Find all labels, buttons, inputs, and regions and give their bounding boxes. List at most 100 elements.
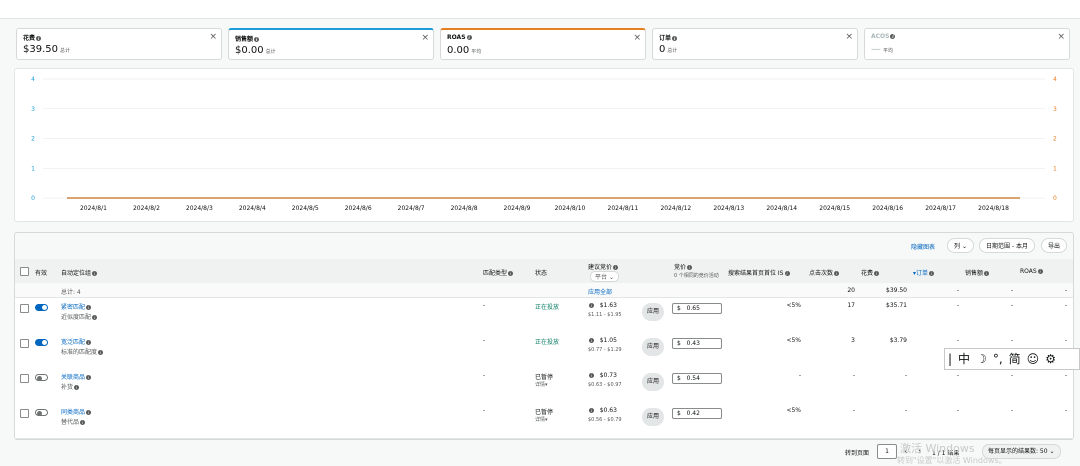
y-tick-right: 1 [1053, 165, 1057, 172]
row-checkbox[interactable] [20, 304, 29, 313]
group-name[interactable]: 紧密匹配 i [61, 302, 92, 311]
info-icon: i [86, 340, 92, 345]
per-page-value: 每页显示的结果数: 50 [988, 448, 1048, 455]
header-group[interactable]: 自动定位组 i [61, 268, 98, 277]
info-icon: i [86, 410, 92, 415]
info-icon: i [613, 265, 619, 270]
header-match[interactable]: 匹配类型 i [483, 268, 514, 277]
info-icon: i [589, 338, 594, 343]
close-icon[interactable]: × [421, 33, 429, 43]
ime-emoji-icon[interactable]: ☺ [1027, 352, 1040, 366]
header-group-label: 自动定位组 [61, 270, 92, 277]
row-checkbox[interactable] [20, 374, 29, 383]
metric-value: 0 [659, 44, 666, 55]
ime-simplified-icon[interactable]: 简 [1009, 352, 1021, 366]
group-name-text: 关联商品 [61, 374, 86, 381]
active-toggle[interactable] [35, 339, 48, 346]
apply-button[interactable]: 应用 [642, 373, 664, 391]
close-icon[interactable]: × [1057, 32, 1065, 42]
ime-cursor-icon[interactable]: | [948, 352, 952, 366]
spend: - [904, 407, 907, 414]
chart-svg: 0 1 2 3 4 0 1 2 3 4 2024/8/1 2024/8/2 2024/8/3 2024/8… [31, 76, 1057, 212]
y-tick-right: 0 [1053, 195, 1057, 202]
metric-sub: 平均 [883, 48, 894, 54]
metric-value: $0.00 [235, 45, 264, 56]
suggested-bid: i $1.05 [588, 337, 617, 344]
info-icon: i [589, 303, 594, 308]
active-toggle[interactable] [35, 374, 48, 381]
close-icon[interactable]: × [633, 33, 641, 43]
activation-watermark-text: 转到"设置"以激活 Windows。 [897, 456, 1007, 465]
suggested-bid-value: $0.63 [599, 407, 617, 414]
ime-punctuation-icon[interactable]: °, [993, 352, 1003, 366]
bid-value: 0.54 [686, 375, 700, 382]
info-icon: i [784, 271, 790, 276]
metric-sub: 平均 [471, 49, 482, 55]
header-roas[interactable]: ROAS i [1020, 268, 1043, 275]
active-toggle[interactable] [35, 304, 48, 311]
bid-value: 0.43 [686, 340, 700, 347]
bid-input[interactable]: $ 0.43 [672, 338, 722, 349]
metric-card[interactable]: 订单 i 0 总计 × [652, 28, 858, 60]
status-details-link[interactable]: 详情▾ [535, 381, 548, 388]
header-sales-label: 销售额 [965, 270, 984, 277]
metric-title: 花费 i [23, 33, 42, 42]
metric-card[interactable]: ACOS i — 平均 × [864, 28, 1070, 60]
group-name[interactable]: 宽泛匹配 i [61, 337, 92, 346]
ime-toolbar[interactable]: | 中 ☽ °, 简 ☺ ⚙ [944, 348, 1080, 370]
apply-button[interactable]: 应用 [642, 303, 664, 321]
status-details-link[interactable]: 详情▾ [535, 416, 548, 423]
export-button[interactable]: 导出 [1041, 238, 1068, 253]
info-icon: i [589, 408, 594, 413]
metric-title: ROAS i [447, 34, 472, 41]
bid-input[interactable]: $ 0.42 [672, 408, 722, 419]
bid-input[interactable]: $ 0.54 [672, 373, 722, 384]
x-tick-label: 2024/8/11 [608, 205, 639, 212]
metric-card[interactable]: 花费 i $39.50 总计 × [16, 28, 222, 60]
header-sales[interactable]: 销售额 i [965, 268, 990, 277]
match-type: - [483, 302, 486, 309]
date-range-button[interactable]: 日期范围 - 本月 [979, 238, 1035, 253]
apply-button[interactable]: 应用 [642, 408, 664, 426]
header-suggested[interactable]: 建议竞价 i [588, 262, 619, 271]
suggested-bid: i $0.63 [588, 407, 617, 414]
apply-button[interactable]: 应用 [642, 338, 664, 356]
header-spend[interactable]: 花费 i [861, 268, 880, 277]
close-icon[interactable]: × [845, 32, 853, 42]
metric-card[interactable]: 销售额 i $0.00 总计 × [228, 28, 434, 60]
bid-input[interactable]: $ 0.65 [672, 303, 722, 314]
group-name[interactable]: 关联商品 i [61, 372, 92, 381]
apply-all-link[interactable]: 应用全部 [588, 287, 612, 296]
row-checkbox[interactable] [20, 409, 29, 418]
header-bid-note: 0 个相同的竞价活动 [674, 273, 719, 279]
x-tick-label: 2024/8/6 [345, 205, 372, 212]
info-icon: i [74, 385, 80, 390]
status-text: 已暂停 [535, 409, 554, 416]
header-orders[interactable]: ▾订单 i [913, 268, 935, 277]
hide-chart-link[interactable]: 隐藏图表 [911, 242, 935, 251]
info-icon: i [508, 271, 514, 276]
status-details-text: 详情 [535, 417, 546, 423]
header-bid[interactable]: 竞价 i [674, 262, 693, 271]
header-top-is[interactable]: 搜索结果首页首位 IS i [728, 268, 790, 277]
suggested-bid-select[interactable]: 平台 ⌄ [590, 271, 619, 282]
metric-card[interactable]: ROAS i 0.00 平均 × [440, 28, 646, 60]
header-status[interactable]: 状态 [535, 268, 547, 277]
status-text: 正在投放 [535, 304, 560, 311]
close-icon[interactable]: × [209, 32, 217, 42]
ime-settings-icon[interactable]: ⚙ [1045, 352, 1056, 366]
row-checkbox[interactable] [20, 339, 29, 348]
info-icon: i [687, 265, 693, 270]
group-name[interactable]: 同类商品 i [61, 407, 92, 416]
select-all-checkbox[interactable] [20, 267, 29, 276]
active-toggle[interactable] [35, 409, 48, 416]
columns-button[interactable]: 列 ⌄ [947, 238, 974, 253]
ime-chinese-mode[interactable]: 中 [958, 352, 970, 366]
currency-symbol: $ [677, 410, 681, 417]
page-input[interactable]: 1 [877, 444, 897, 459]
header-clicks[interactable]: 点击次数 i [809, 268, 840, 277]
toggle-knob [37, 410, 42, 416]
ime-moon-icon[interactable]: ☽ [976, 352, 987, 366]
chevron-down-icon: ⌄ [1049, 448, 1055, 455]
summary-spend: $39.50 [886, 287, 907, 294]
